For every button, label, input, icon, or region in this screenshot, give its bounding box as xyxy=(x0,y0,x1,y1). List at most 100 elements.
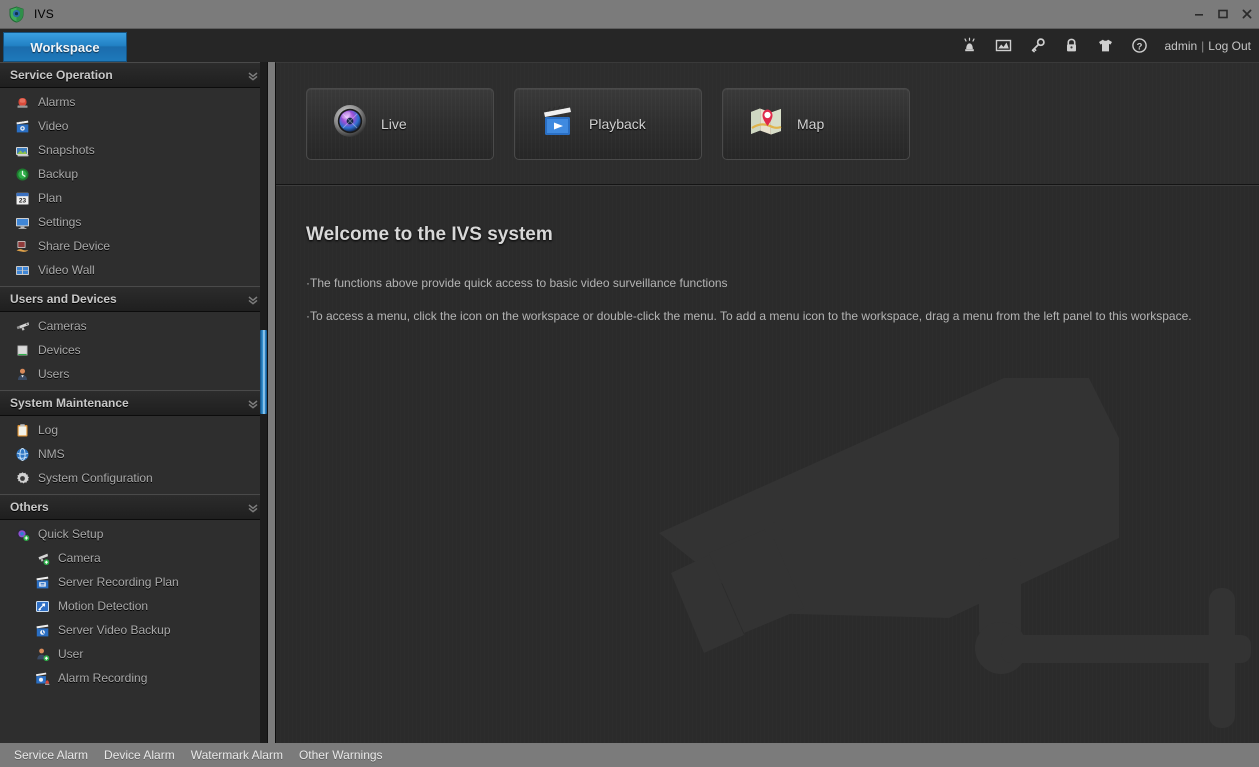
monitor-icon xyxy=(14,214,30,230)
sidebar-scrollbar-track[interactable] xyxy=(260,62,267,743)
toolbar-right: ? admin | Log Out xyxy=(952,29,1259,62)
key-icon[interactable] xyxy=(1020,29,1054,63)
maximize-button[interactable] xyxy=(1211,0,1235,28)
sidebar-item-label: Cameras xyxy=(38,319,87,333)
sidebar-section-system-maintenance[interactable]: System Maintenance xyxy=(0,390,267,416)
sidebar-item-settings[interactable]: Settings xyxy=(0,210,267,234)
section-title: Others xyxy=(10,500,49,514)
status-bar: Service Alarm Device Alarm Watermark Ala… xyxy=(0,743,1259,767)
sidebar-item-server-video-backup[interactable]: Server Video Backup xyxy=(0,618,267,642)
globe-icon xyxy=(14,446,30,462)
sidebar-section-body-system-maintenance: Log NMS System Configuration xyxy=(0,416,267,494)
logout-link[interactable]: Log Out xyxy=(1208,39,1251,53)
sidebar-item-nms[interactable]: NMS xyxy=(0,442,267,466)
chevron-double-down-icon[interactable] xyxy=(247,293,259,305)
quick-button-map[interactable]: Map xyxy=(722,87,910,160)
sidebar-section-others[interactable]: Others xyxy=(0,494,267,520)
welcome-panel: Welcome to the IVS system ·The functions… xyxy=(276,185,1259,743)
alarm-siren-icon[interactable] xyxy=(952,29,986,63)
sidebar-item-label: Server Video Backup xyxy=(58,623,171,637)
user-session: admin | Log Out xyxy=(1164,39,1251,53)
sidebar-item-motion-detection[interactable]: Motion Detection xyxy=(0,594,267,618)
sidebar-item-server-recording-plan[interactable]: Server Recording Plan xyxy=(0,570,267,594)
status-item-watermark-alarm[interactable]: Watermark Alarm xyxy=(183,748,291,762)
separator: | xyxy=(1201,38,1205,53)
username-label: admin xyxy=(1164,38,1198,53)
sidebar-item-snapshots[interactable]: Snapshots xyxy=(0,138,267,162)
sidebar-item-label: System Configuration xyxy=(38,471,153,485)
sidebar-item-video[interactable]: Video xyxy=(0,114,267,138)
sidebar-item-user[interactable]: User xyxy=(0,642,267,666)
sidebar-item-cameras[interactable]: Cameras xyxy=(0,314,267,338)
title-bar: IVS xyxy=(0,0,1259,28)
sidebar-item-quick-setup[interactable]: Quick Setup xyxy=(0,522,267,546)
sidebar-splitter[interactable] xyxy=(268,62,275,743)
status-item-device-alarm[interactable]: Device Alarm xyxy=(96,748,183,762)
welcome-title: Welcome to the IVS system xyxy=(306,224,553,245)
sidebar-item-label: User xyxy=(58,647,84,661)
camera-add-icon xyxy=(34,550,50,566)
status-item-service-alarm[interactable]: Service Alarm xyxy=(6,748,96,762)
status-item-other-warnings[interactable]: Other Warnings xyxy=(291,748,391,762)
skin-shirt-icon[interactable] xyxy=(1088,29,1122,63)
close-button[interactable] xyxy=(1235,0,1259,28)
lock-icon[interactable] xyxy=(1054,29,1088,63)
sidebar-item-backup[interactable]: Backup xyxy=(0,162,267,186)
sidebar-section-service-operation[interactable]: Service Operation xyxy=(0,62,267,88)
camera-lens-icon xyxy=(333,104,367,143)
svg-text:23: 23 xyxy=(18,197,26,204)
sidebar-item-label: Users xyxy=(38,367,70,381)
sidebar-item-label: Snapshots xyxy=(38,143,95,157)
sidebar-item-label: Server Recording Plan xyxy=(58,575,179,589)
sidebar-item-system-configuration[interactable]: System Configuration xyxy=(0,466,267,490)
sidebar-scrollbar-thumb[interactable] xyxy=(260,330,267,414)
tab-workspace[interactable]: Workspace xyxy=(3,32,127,62)
window-controls xyxy=(1187,0,1259,28)
sidebar-item-video-wall[interactable]: Video Wall xyxy=(0,258,267,282)
sidebar-item-label: Settings xyxy=(38,215,82,229)
sidebar-item-camera[interactable]: Camera xyxy=(0,546,267,570)
sidebar-item-label: Share Device xyxy=(38,239,111,253)
sidebar-item-log[interactable]: Log xyxy=(0,418,267,442)
svg-text:?: ? xyxy=(1137,41,1143,52)
sidebar-item-plan[interactable]: 23 Plan xyxy=(0,186,267,210)
sidebar-item-alarms[interactable]: Alarms xyxy=(0,90,267,114)
quick-setup-lens-icon xyxy=(14,526,30,542)
server-recording-plan-icon xyxy=(34,574,50,590)
sidebar: Service Operation Alarms Video Snapshots… xyxy=(0,62,268,743)
help-icon[interactable]: ? xyxy=(1122,29,1156,63)
quick-button-label: Playback xyxy=(589,115,646,132)
sidebar-item-label: Video Wall xyxy=(38,263,95,277)
video-clapper-icon xyxy=(14,118,30,134)
user-person-icon xyxy=(14,366,30,382)
image-chart-icon[interactable] xyxy=(986,29,1020,63)
section-title: Users and Devices xyxy=(10,292,117,306)
sidebar-item-devices[interactable]: Devices xyxy=(0,338,267,362)
alarm-light-icon xyxy=(14,94,30,110)
section-title: Service Operation xyxy=(10,68,113,82)
chevron-double-down-icon[interactable] xyxy=(247,501,259,513)
quick-button-live[interactable]: Live xyxy=(306,87,494,160)
chevron-double-down-icon[interactable] xyxy=(247,397,259,409)
snapshot-image-icon xyxy=(14,142,30,158)
sidebar-item-label: Camera xyxy=(58,551,101,565)
sidebar-item-share-device[interactable]: Share Device xyxy=(0,234,267,258)
backup-clock-icon xyxy=(14,166,30,182)
sidebar-section-body-users-and-devices: Cameras Devices Users xyxy=(0,312,267,390)
sidebar-item-alarm-recording[interactable]: Alarm Recording xyxy=(0,666,267,690)
motion-detection-icon xyxy=(34,598,50,614)
chevron-double-down-icon[interactable] xyxy=(247,69,259,81)
quick-button-label: Map xyxy=(797,115,825,132)
sidebar-item-label: Devices xyxy=(38,343,81,357)
minimize-button[interactable] xyxy=(1187,0,1211,28)
tab-bar: Workspace ? admin | Log Out xyxy=(0,28,1259,62)
sidebar-item-users[interactable]: Users xyxy=(0,362,267,386)
sidebar-section-users-and-devices[interactable]: Users and Devices xyxy=(0,286,267,312)
alarm-recording-icon xyxy=(34,670,50,686)
main-content: Live Playback Map Welcome to the IVS sys… xyxy=(275,62,1259,743)
quick-button-label: Live xyxy=(381,115,407,132)
sidebar-item-label: Alarms xyxy=(38,95,76,109)
sidebar-item-label: Video xyxy=(38,119,69,133)
quick-button-playback[interactable]: Playback xyxy=(514,87,702,160)
playback-film-icon xyxy=(541,104,575,143)
